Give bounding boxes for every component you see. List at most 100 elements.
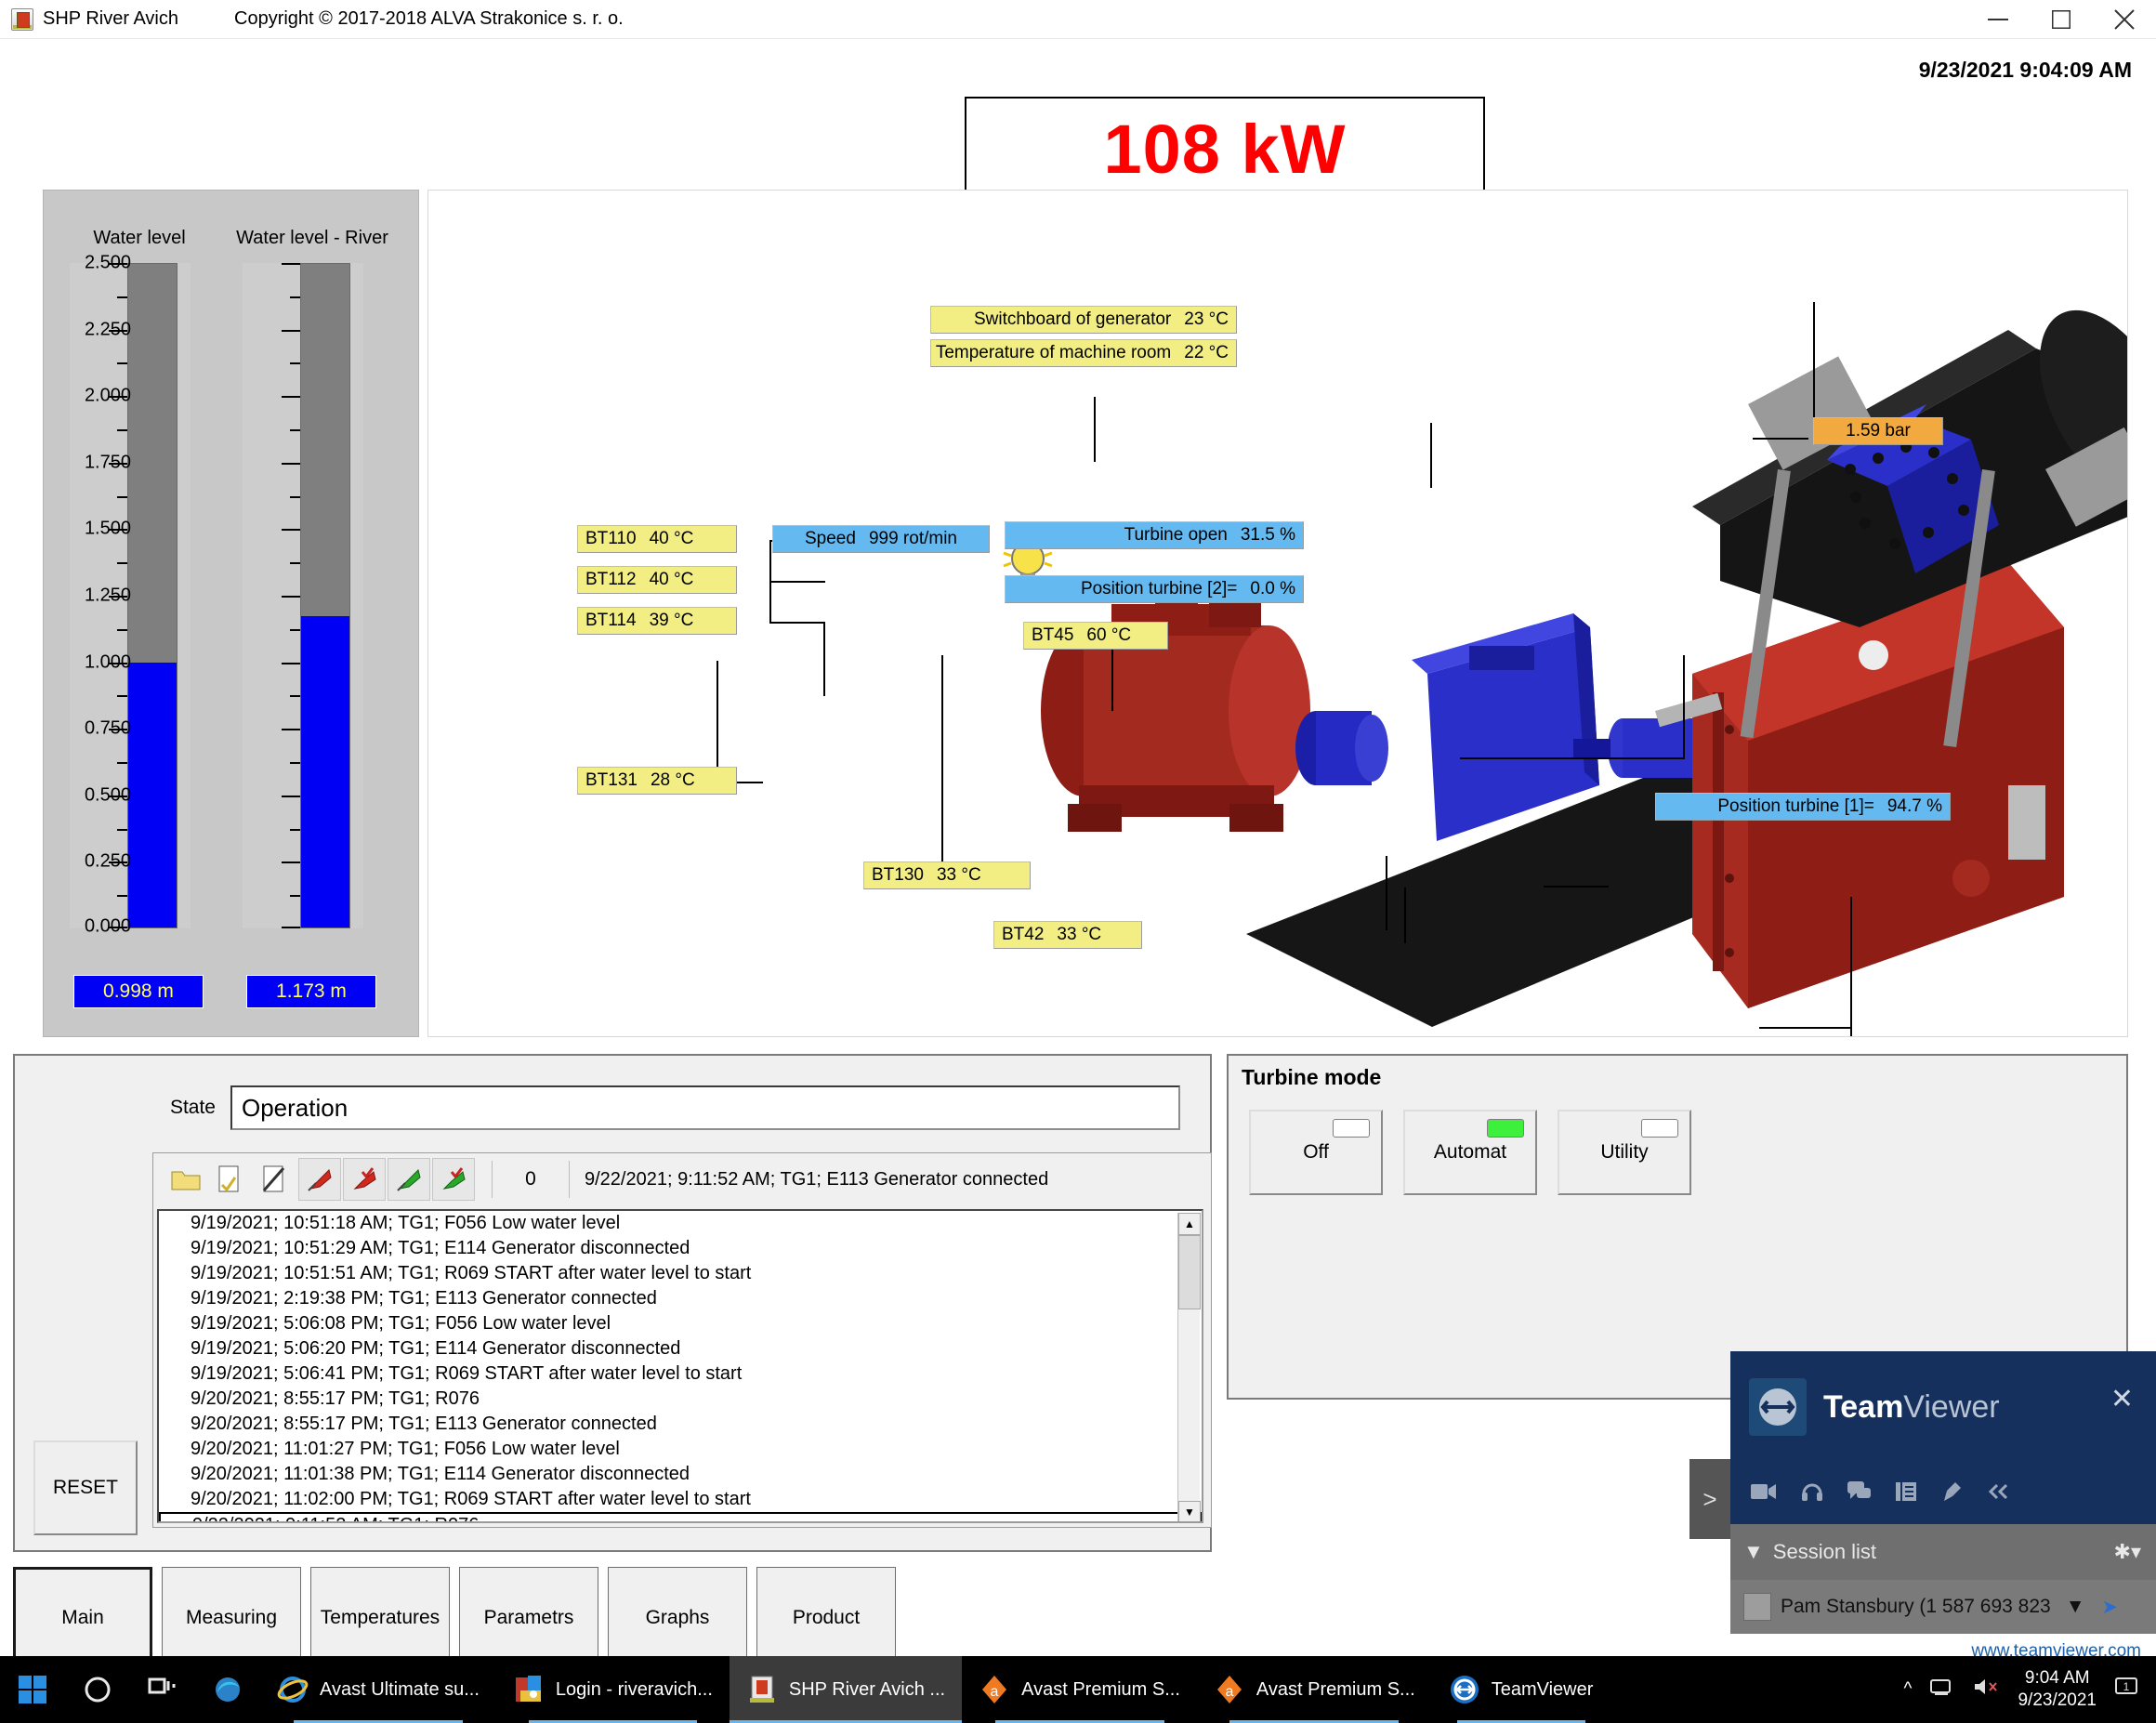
list-item[interactable]: 9/19/2021; 10:51:51 AM; TG1; R069 START … bbox=[159, 1261, 1202, 1286]
scroll-up-icon[interactable]: ▲ bbox=[1178, 1213, 1201, 1235]
teamviewer-expand-handle[interactable]: > bbox=[1689, 1459, 1730, 1539]
taskbar-item-teamviewer[interactable]: TeamViewer bbox=[1432, 1656, 1610, 1723]
action-center-icon[interactable]: 1 bbox=[2115, 1677, 2139, 1703]
tab-measuring[interactable]: Measuring bbox=[162, 1567, 301, 1669]
list-item[interactable]: 9/20/2021; 8:55:17 PM; TG1; R076 bbox=[159, 1387, 1202, 1412]
reset-button[interactable]: RESET bbox=[33, 1440, 138, 1535]
chevron-down-icon[interactable]: ▼ bbox=[1743, 1540, 1764, 1564]
taskbar-item-shp-river-avich[interactable]: SHP River Avich ... bbox=[729, 1656, 963, 1723]
task-view-button[interactable] bbox=[130, 1656, 195, 1723]
label-value: 39 °C bbox=[649, 611, 694, 630]
document-check-icon[interactable] bbox=[209, 1158, 252, 1201]
tick-label: 1.250 bbox=[84, 585, 131, 606]
maximize-button[interactable] bbox=[2030, 0, 2093, 39]
taskbar-item-edge[interactable] bbox=[195, 1656, 260, 1723]
chat-icon[interactable] bbox=[1847, 1480, 1872, 1506]
list-item[interactable]: 9/20/2021; 11:01:38 PM; TG1; E114 Genera… bbox=[159, 1462, 1202, 1487]
taskbar-item-avast-premium-2[interactable]: a Avast Premium S... bbox=[1197, 1656, 1432, 1723]
label-name: Switchboard of generator bbox=[973, 309, 1172, 329]
collapse-icon[interactable] bbox=[1987, 1482, 2009, 1506]
list-item[interactable]: 9/19/2021; 5:06:08 PM; TG1; F056 Low wat… bbox=[159, 1311, 1202, 1336]
gauge-title: Water level bbox=[93, 228, 186, 248]
label-name: Turbine open bbox=[1124, 525, 1228, 545]
whiteboard-icon[interactable] bbox=[1940, 1480, 1963, 1507]
gauge-bar-fill bbox=[301, 616, 349, 927]
button-label: Utility bbox=[1600, 1141, 1649, 1163]
folder-open-icon[interactable] bbox=[164, 1158, 207, 1201]
list-item[interactable]: 9/20/2021; 11:01:27 PM; TG1; F056 Low wa… bbox=[159, 1437, 1202, 1462]
label-value: 40 °C bbox=[649, 529, 694, 548]
taskbar-item-login[interactable]: Login - riveravich... bbox=[496, 1656, 730, 1723]
gauge-water-level-river: Water level - River 2.500 2.250 2.000 1.… bbox=[85, 207, 399, 1025]
document-block-icon[interactable] bbox=[254, 1158, 296, 1201]
tray-chevron-up-icon[interactable]: ^ bbox=[1904, 1679, 1913, 1700]
app-main-area: 9/23/2021 9:04:09 AM 108 kW Water level bbox=[0, 39, 2156, 1669]
scrollbar-thumb[interactable] bbox=[1178, 1235, 1201, 1309]
session-user-row[interactable]: Pam Stansbury (1 587 693 823 ▼ ➤ bbox=[1730, 1580, 2156, 1634]
tray-network-icon[interactable] bbox=[1930, 1677, 1954, 1702]
cortana-search-button[interactable] bbox=[65, 1656, 130, 1723]
water-level-gauges-panel: Water level 0.998 m Water level - River … bbox=[43, 190, 419, 1037]
list-item[interactable]: 9/20/2021; 8:55:17 PM; TG1; E113 Generat… bbox=[159, 1412, 1202, 1437]
pin-red-check-icon[interactable] bbox=[343, 1158, 386, 1201]
tab-product[interactable]: Product bbox=[756, 1567, 896, 1669]
video-camera-icon[interactable] bbox=[1751, 1482, 1777, 1506]
pin-red-icon[interactable] bbox=[298, 1158, 341, 1201]
label-bt130: BT130 33 °C bbox=[863, 862, 1031, 889]
headset-icon[interactable] bbox=[1801, 1480, 1823, 1507]
notes-icon[interactable] bbox=[1896, 1481, 1916, 1506]
turbine-mode-off-button[interactable]: Off bbox=[1249, 1110, 1383, 1195]
state-input[interactable]: Operation bbox=[230, 1085, 1180, 1130]
pin-green-check-icon[interactable] bbox=[432, 1158, 475, 1201]
scroll-down-icon[interactable]: ▼ bbox=[1178, 1501, 1201, 1521]
label-switchboard-temperature: Switchboard of generator 23 °C bbox=[930, 306, 1237, 334]
tick-label: 0.000 bbox=[84, 915, 131, 937]
taskbar-item-avast-ultimate[interactable]: Avast Ultimate su... bbox=[260, 1656, 496, 1723]
list-item[interactable]: 9/19/2021; 10:51:18 AM; TG1; F056 Low wa… bbox=[159, 1211, 1202, 1236]
tray-clock[interactable]: 9:04 AM 9/23/2021 bbox=[2018, 1667, 2097, 1712]
label-pressure: 1.59 bar bbox=[1813, 417, 1943, 445]
event-log-frame: 0 9/22/2021; 9:11:52 AM; TG1; E113 Gener… bbox=[152, 1152, 1212, 1528]
label-name: BT114 bbox=[585, 611, 637, 630]
turbine-mode-buttons: Off Automat Utility bbox=[1249, 1110, 1691, 1195]
tab-main[interactable]: Main bbox=[13, 1567, 152, 1669]
label-turbine-open: Turbine open 31.5 % bbox=[1005, 521, 1304, 549]
turbine-mode-title: Turbine mode bbox=[1242, 1065, 1382, 1089]
gauge-body: 2.500 2.250 2.000 1.750 1.500 1.250 1.00… bbox=[53, 263, 226, 951]
tab-graphs[interactable]: Graphs bbox=[608, 1567, 747, 1669]
gauge-ticks bbox=[280, 263, 300, 928]
list-item-selected[interactable]: 9/22/2021; 9:11:52 AM; TG1; R076 bbox=[159, 1512, 1202, 1521]
gear-icon[interactable]: ✱▾ bbox=[2114, 1540, 2141, 1564]
list-item[interactable]: 9/19/2021; 5:06:41 PM; TG1; R069 START a… bbox=[159, 1361, 1202, 1387]
label-value: 40 °C bbox=[649, 570, 694, 589]
turbine-mode-automat-button[interactable]: Automat bbox=[1403, 1110, 1537, 1195]
minimize-button[interactable] bbox=[1966, 0, 2030, 39]
gauge-readout: 1.173 m bbox=[246, 975, 376, 1008]
tab-temperatures[interactable]: Temperatures bbox=[310, 1567, 450, 1669]
teamviewer-close-icon[interactable]: ✕ bbox=[2110, 1383, 2134, 1415]
session-list-header[interactable]: ▼ Session list ✱▾ bbox=[1730, 1524, 2156, 1580]
tab-parametrs[interactable]: Parametrs bbox=[459, 1567, 598, 1669]
event-log-scrollbar[interactable]: ▲ ▼ bbox=[1177, 1213, 1201, 1521]
gauge-bar-track bbox=[300, 263, 350, 928]
turbine-mode-utility-button[interactable]: Utility bbox=[1558, 1110, 1691, 1195]
tray-volume-muted-icon[interactable] bbox=[1973, 1677, 1999, 1702]
button-label: Automat bbox=[1433, 1141, 1507, 1163]
list-item[interactable]: 9/19/2021; 10:51:29 AM; TG1; E114 Genera… bbox=[159, 1236, 1202, 1261]
cursor-pointer-icon[interactable]: ➤ bbox=[2102, 1596, 2119, 1619]
event-log-list[interactable]: 9/19/2021; 10:51:18 AM; TG1; F056 Low wa… bbox=[157, 1209, 1203, 1523]
tick-label: 2.500 bbox=[84, 252, 131, 273]
pin-green-icon[interactable] bbox=[388, 1158, 430, 1201]
windows-start-button[interactable] bbox=[0, 1656, 65, 1723]
shp-app-icon bbox=[749, 1676, 774, 1703]
current-event-text: 9/22/2021; 9:11:52 AM; TG1; E113 Generat… bbox=[585, 1168, 1049, 1190]
event-count: 0 bbox=[492, 1161, 570, 1198]
chevron-down-icon[interactable]: ▼ bbox=[2066, 1596, 2085, 1618]
close-button[interactable] bbox=[2093, 0, 2156, 39]
label-value: 94.7 % bbox=[1886, 796, 1942, 816]
list-item[interactable]: 9/20/2021; 11:02:00 PM; TG1; R069 START … bbox=[159, 1487, 1202, 1512]
list-item[interactable]: 9/19/2021; 5:06:20 PM; TG1; E114 Generat… bbox=[159, 1336, 1202, 1361]
label-value: 23 °C bbox=[1184, 309, 1229, 329]
list-item[interactable]: 9/19/2021; 2:19:38 PM; TG1; E113 Generat… bbox=[159, 1286, 1202, 1311]
taskbar-item-avast-premium-1[interactable]: a Avast Premium S... bbox=[962, 1656, 1197, 1723]
